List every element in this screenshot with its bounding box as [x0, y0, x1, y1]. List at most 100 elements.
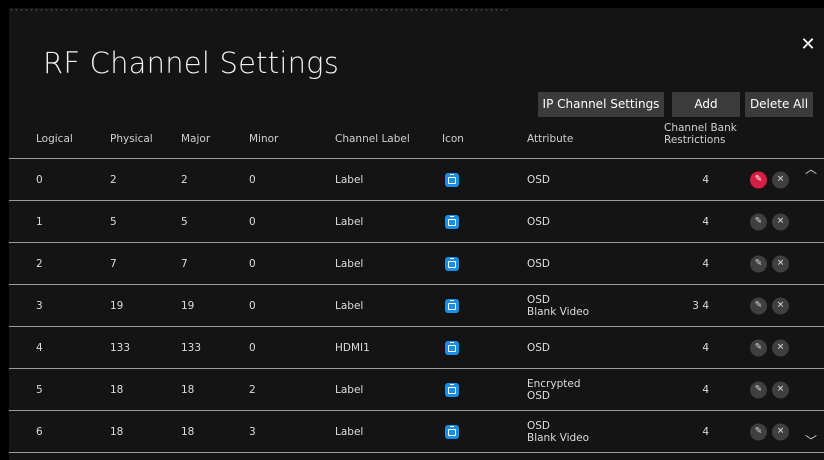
cell-attribute: OSD	[527, 174, 550, 186]
pencil-icon[interactable]: ✎	[750, 171, 767, 188]
x-circle-icon[interactable]: ✕	[772, 381, 789, 398]
table-row[interactable]: 2 7 7 0 Label OSD 4 ✎ ✕	[9, 243, 824, 285]
ip-channel-settings-button[interactable]: IP Channel Settings	[538, 92, 664, 117]
cell-major: 19	[181, 299, 195, 312]
table-row[interactable]: 5 18 18 2 Label Encrypted OSD 4 ✎ ✕	[9, 369, 824, 411]
cell-major: 5	[181, 215, 188, 228]
header-minor: Minor	[249, 133, 279, 145]
header-icon: Icon	[442, 133, 464, 145]
attribute-line1: OSD	[527, 341, 551, 354]
cell-physical: 7	[110, 257, 117, 270]
header-channel-label: Channel Label	[335, 133, 410, 145]
table-row[interactable]: 3 19 19 0 Label OSD Blank Video 3 4 ✎ ✕	[9, 285, 824, 327]
header-major: Major	[181, 133, 211, 145]
cell-major: 7	[181, 257, 188, 270]
cell-minor: 3	[249, 425, 256, 438]
cell-major: 18	[181, 383, 195, 396]
attribute-line1: OSD	[527, 419, 551, 432]
cell-channel-bank: 4	[702, 257, 709, 270]
attribute-line1: OSD	[527, 293, 551, 306]
cell-physical: 5	[110, 215, 117, 228]
cell-logical: 0	[36, 173, 43, 186]
tv-channel-icon	[445, 172, 459, 187]
attribute-line2: Blank Video	[527, 305, 590, 318]
cell-attribute: OSD Blank Video	[527, 294, 589, 318]
attribute-line1: OSD	[527, 215, 551, 228]
x-circle-icon[interactable]: ✕	[772, 297, 789, 314]
header-channel-bank-restrictions: Channel Bank Restrictions	[664, 122, 737, 146]
cell-channel-bank: 3 4	[692, 299, 709, 312]
pencil-icon[interactable]: ✎	[750, 297, 767, 314]
cell-channel-label: Label	[335, 173, 364, 186]
table-row[interactable]: 0 2 2 0 Label OSD 4 ✎ ✕	[9, 159, 824, 201]
cell-channel-label: HDMI1	[335, 341, 370, 354]
cell-minor: 0	[249, 257, 256, 270]
cell-major: 18	[181, 425, 195, 438]
pencil-icon[interactable]: ✎	[750, 423, 767, 440]
cell-logical: 6	[36, 425, 43, 438]
tv-channel-icon	[445, 256, 459, 271]
cell-physical: 2	[110, 173, 117, 186]
header-bank-line1: Channel Bank	[664, 122, 737, 134]
cell-logical: 3	[36, 299, 43, 312]
pencil-icon[interactable]: ✎	[750, 339, 767, 356]
cell-physical: 19	[110, 299, 124, 312]
cell-channel-label: Label	[335, 383, 364, 396]
pencil-icon[interactable]: ✎	[750, 381, 767, 398]
rf-channel-settings-dialog: RF Channel Settings ✕ IP Channel Setting…	[9, 8, 824, 460]
cell-attribute: Encrypted OSD	[527, 378, 581, 402]
cell-major: 2	[181, 173, 188, 186]
table-row[interactable]: 1 5 5 0 Label OSD 4 ✎ ✕	[9, 201, 824, 243]
cell-logical: 4	[36, 341, 43, 354]
cell-attribute: OSD Blank Video	[527, 420, 589, 444]
x-circle-icon[interactable]: ✕	[772, 339, 789, 356]
cell-channel-bank: 4	[702, 341, 709, 354]
cell-channel-bank: 4	[702, 173, 709, 186]
attribute-line1: OSD	[527, 257, 551, 270]
table-header: Logical Physical Major Minor Channel Lab…	[9, 120, 824, 159]
tv-channel-icon	[445, 298, 459, 313]
cell-channel-bank: 4	[702, 215, 709, 228]
cell-minor: 0	[249, 341, 256, 354]
x-circle-icon[interactable]: ✕	[772, 255, 789, 272]
chevron-down-icon[interactable]: ﹀	[804, 434, 818, 448]
pencil-icon[interactable]: ✎	[750, 255, 767, 272]
cell-channel-label: Label	[335, 215, 364, 228]
close-icon[interactable]: ✕	[799, 36, 817, 54]
cell-minor: 2	[249, 383, 256, 396]
cell-minor: 0	[249, 173, 256, 186]
page-title: RF Channel Settings	[43, 46, 340, 80]
cell-channel-label: Label	[335, 299, 364, 312]
tv-channel-icon	[445, 340, 459, 355]
table-row[interactable]: 6 18 18 3 Label OSD Blank Video 4 ✎ ✕	[9, 411, 824, 453]
add-button[interactable]: Add	[672, 92, 740, 117]
cell-attribute: OSD	[527, 258, 550, 270]
cell-attribute: OSD	[527, 216, 550, 228]
cell-physical: 18	[110, 425, 124, 438]
cell-channel-bank: 4	[702, 425, 709, 438]
x-circle-icon[interactable]: ✕	[772, 213, 789, 230]
cell-attribute: OSD	[527, 342, 550, 354]
chevron-up-icon[interactable]: ︿	[804, 162, 818, 176]
header-attribute: Attribute	[527, 133, 574, 145]
cell-major: 133	[181, 341, 202, 354]
x-circle-icon[interactable]: ✕	[772, 171, 789, 188]
cell-logical: 5	[36, 383, 43, 396]
cell-minor: 0	[249, 215, 256, 228]
pencil-icon[interactable]: ✎	[750, 213, 767, 230]
decorative-dots	[9, 8, 509, 12]
attribute-line2: Blank Video	[527, 431, 590, 444]
table-row[interactable]: 4 133 133 0 HDMI1 OSD 4 ✎ ✕	[9, 327, 824, 369]
delete-all-button[interactable]: Delete All	[745, 92, 813, 117]
x-circle-icon[interactable]: ✕	[772, 423, 789, 440]
cell-logical: 1	[36, 215, 43, 228]
header-physical: Physical	[110, 133, 153, 145]
tv-channel-icon	[445, 382, 459, 397]
header-logical: Logical	[36, 133, 73, 145]
attribute-line2: OSD	[527, 389, 551, 402]
cell-channel-label: Label	[335, 257, 364, 270]
tv-channel-icon	[445, 424, 459, 439]
cell-logical: 2	[36, 257, 43, 270]
tv-channel-icon	[445, 214, 459, 229]
attribute-line1: Encrypted	[527, 377, 581, 390]
